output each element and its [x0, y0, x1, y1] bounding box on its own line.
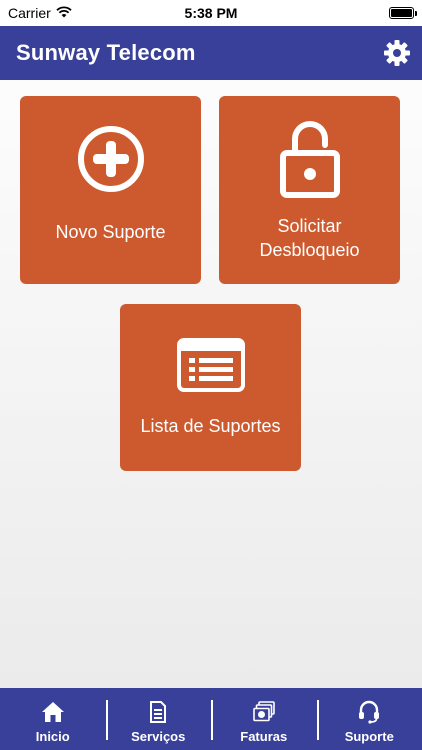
tile-label-line-2: Desbloqueio: [259, 240, 360, 260]
plus-circle-icon: [77, 124, 145, 194]
tab-bar: Inicio Serviços Faturas Suporte: [0, 688, 422, 750]
tab-label: Serviços: [131, 729, 186, 744]
settings-button[interactable]: [382, 38, 412, 68]
solicitar-desbloqueio-button[interactable]: Solicitar Desbloqueio: [219, 96, 400, 284]
lista-de-suportes-button[interactable]: Lista de Suportes: [120, 304, 301, 471]
tile-label-line-1: Solicitar: [277, 216, 342, 236]
list-icon: [176, 336, 245, 394]
wifi-icon: [56, 5, 72, 21]
tab-faturas[interactable]: Faturas: [211, 688, 317, 750]
status-left: Carrier: [8, 5, 72, 21]
gear-icon: [384, 40, 410, 66]
tab-suporte[interactable]: Suporte: [316, 688, 422, 750]
headset-icon: [358, 699, 380, 725]
document-icon: [149, 699, 167, 725]
tab-inicio[interactable]: Inicio: [0, 688, 106, 750]
status-bar: Carrier 5:38 PM: [0, 0, 422, 26]
unlock-icon: [279, 121, 341, 198]
page-title: Sunway Telecom: [16, 40, 196, 65]
tab-label: Suporte: [344, 729, 394, 744]
tab-servicos[interactable]: Serviços: [105, 688, 212, 750]
tile-label: Lista de Suportes: [140, 416, 281, 436]
tab-label: Faturas: [240, 729, 288, 744]
tab-label: Inicio: [35, 729, 70, 744]
home-icon: [41, 699, 65, 725]
novo-suporte-button[interactable]: Novo Suporte: [20, 96, 201, 284]
tile-label: Novo Suporte: [55, 222, 166, 242]
app-header: Sunway Telecom: [0, 26, 422, 80]
carrier-label: Carrier: [8, 5, 51, 21]
battery-icon: [389, 7, 417, 19]
money-icon: [252, 699, 275, 725]
